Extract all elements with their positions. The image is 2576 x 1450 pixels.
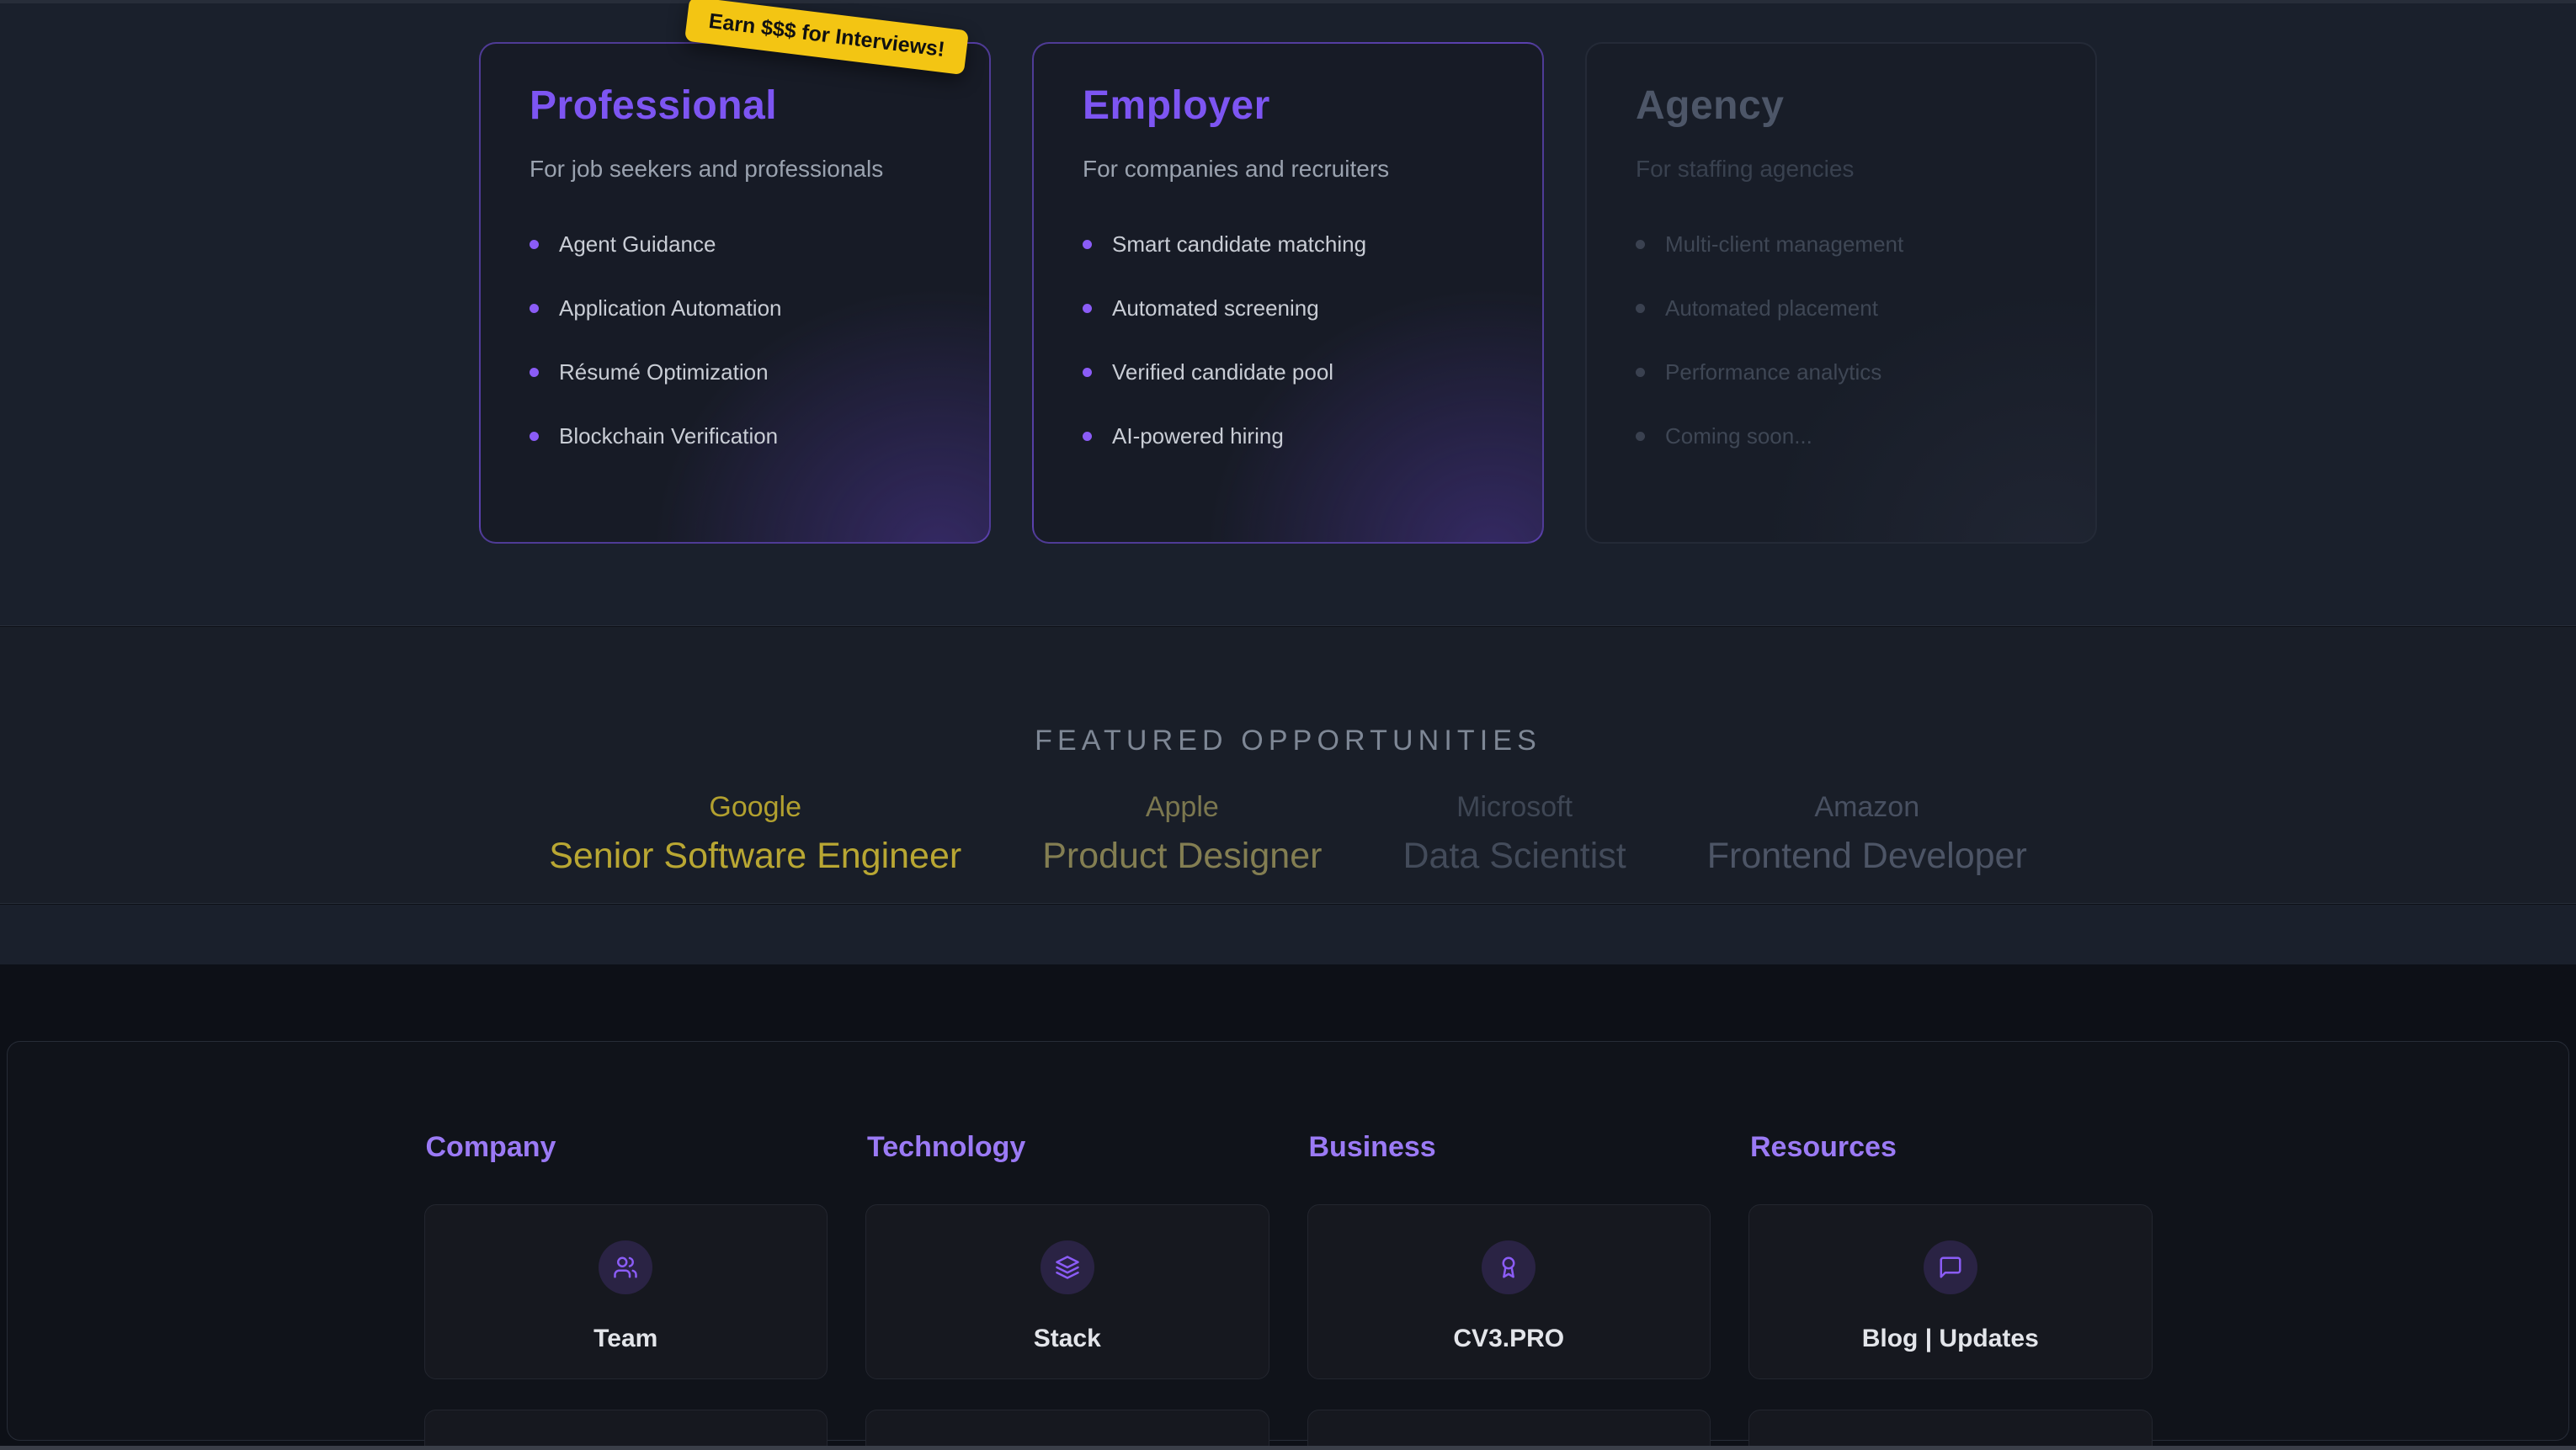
footer-column-heading: Company <box>426 1131 828 1164</box>
plan-features: Multi-client management Automated placem… <box>1636 231 2046 449</box>
bullet-dot-icon <box>530 240 539 249</box>
plan-feature: AI-powered hiring <box>1083 423 1493 449</box>
plan-feature-label: Verified candidate pool <box>1112 359 1333 385</box>
plan-feature-label: Smart candidate matching <box>1112 231 1366 258</box>
bullet-dot-icon <box>1636 240 1645 249</box>
featured-title: FEATURED OPPORTUNITIES <box>0 627 2576 757</box>
footer-card-label: CV3.PRO <box>1453 1325 1564 1353</box>
plan-feature-label: Performance analytics <box>1665 359 1881 385</box>
footer-card-cutoff[interactable] <box>424 1410 828 1450</box>
section-spacer <box>0 905 2576 964</box>
footer-card-cv3pro[interactable]: CV3.PRO <box>1307 1204 1711 1379</box>
bullet-dot-icon <box>530 432 539 441</box>
plan-feature-label: Résumé Optimization <box>559 359 769 385</box>
footer-card-cutoff[interactable] <box>865 1410 1269 1450</box>
footer-column-heading: Business <box>1309 1131 1711 1164</box>
footer-card-team[interactable]: Team <box>424 1204 828 1379</box>
bullet-dot-icon <box>1636 432 1645 441</box>
plan-feature: Agent Guidance <box>530 231 940 258</box>
footer-card-cutoff[interactable] <box>1307 1410 1711 1450</box>
footer-column-business: Business CV3.PRO <box>1307 1131 1711 1450</box>
job-role: Senior Software Engineer <box>549 836 961 877</box>
plan-feature: Performance analytics <box>1636 359 2046 385</box>
plan-feature: Résumé Optimization <box>530 359 940 385</box>
bullet-dot-icon <box>1636 304 1645 313</box>
promo-badge: Earn $$$ for Interviews! <box>684 0 969 75</box>
plan-features: Agent Guidance Application Automation Ré… <box>530 231 940 449</box>
plan-title: Agency <box>1636 82 2046 129</box>
plan-cards-row: Earn $$$ for Interviews! Professional Fo… <box>0 3 2576 544</box>
plan-feature-label: Application Automation <box>559 295 782 321</box>
footer-section: Company Team Technology <box>0 964 2576 1450</box>
footer-column-technology: Technology Stack <box>865 1131 1269 1450</box>
plan-subtitle: For job seekers and professionals <box>530 156 940 183</box>
featured-opportunities-section: FEATURED OPPORTUNITIES Google Senior Sof… <box>0 627 2576 904</box>
bullet-dot-icon <box>1083 368 1092 377</box>
plan-subtitle: For companies and recruiters <box>1083 156 1493 183</box>
plan-card-professional[interactable]: Earn $$$ for Interviews! Professional Fo… <box>479 42 991 544</box>
featured-job-amazon[interactable]: Amazon Frontend Developer <box>1707 791 2027 877</box>
plan-feature-label: Agent Guidance <box>559 231 716 258</box>
plan-feature: Automated placement <box>1636 295 2046 321</box>
job-company: Amazon <box>1707 791 2027 824</box>
footer-column-heading: Technology <box>867 1131 1269 1164</box>
bullet-dot-icon <box>1636 368 1645 377</box>
footer-card-stack[interactable]: Stack <box>865 1204 1269 1379</box>
plan-feature-label: Coming soon... <box>1665 423 1812 449</box>
footer-column-company: Company Team <box>424 1131 828 1450</box>
bullet-dot-icon <box>1083 240 1092 249</box>
plan-feature-label: Blockchain Verification <box>559 423 778 449</box>
job-role: Data Scientist <box>1402 836 1626 877</box>
footer-grid: Company Team Technology <box>424 1042 2153 1450</box>
plan-card-agency: Agency For staffing agencies Multi-clien… <box>1585 42 2097 544</box>
horizontal-scrollbar[interactable] <box>0 1446 2576 1450</box>
plan-feature: Multi-client management <box>1636 231 2046 258</box>
users-icon <box>599 1240 652 1294</box>
job-role: Frontend Developer <box>1707 836 2027 877</box>
bullet-dot-icon <box>1083 432 1092 441</box>
plan-subtitle: For staffing agencies <box>1636 156 2046 183</box>
plan-feature: Automated screening <box>1083 295 1493 321</box>
featured-jobs-row: Google Senior Software Engineer Apple Pr… <box>0 791 2576 877</box>
layers-icon <box>1041 1240 1094 1294</box>
pricing-section: Earn $$$ for Interviews! Professional Fo… <box>0 3 2576 626</box>
plan-feature: Smart candidate matching <box>1083 231 1493 258</box>
footer-card-label: Blog | Updates <box>1862 1325 2039 1353</box>
plan-feature: Application Automation <box>530 295 940 321</box>
job-company: Apple <box>1042 791 1322 824</box>
plan-feature: Blockchain Verification <box>530 423 940 449</box>
job-company: Microsoft <box>1402 791 1626 824</box>
featured-job-apple[interactable]: Apple Product Designer <box>1042 791 1322 877</box>
chat-icon <box>1924 1240 1977 1294</box>
featured-job-google[interactable]: Google Senior Software Engineer <box>549 791 961 877</box>
plan-feature-label: Multi-client management <box>1665 231 1903 258</box>
bullet-dot-icon <box>530 304 539 313</box>
plan-title: Employer <box>1083 82 1493 129</box>
footer-column-resources: Resources Blog | Updates <box>1748 1131 2153 1450</box>
job-role: Product Designer <box>1042 836 1322 877</box>
plan-feature: Coming soon... <box>1636 423 2046 449</box>
plan-feature-label: Automated screening <box>1112 295 1319 321</box>
bullet-dot-icon <box>530 368 539 377</box>
bullet-dot-icon <box>1083 304 1092 313</box>
footer-card-label: Team <box>593 1325 657 1353</box>
footer-column-heading: Resources <box>1750 1131 2153 1164</box>
footer-container: Company Team Technology <box>7 1041 2569 1441</box>
footer-card-blog[interactable]: Blog | Updates <box>1748 1204 2153 1379</box>
plan-feature-label: AI-powered hiring <box>1112 423 1284 449</box>
plan-feature-label: Automated placement <box>1665 295 1878 321</box>
plan-features: Smart candidate matching Automated scree… <box>1083 231 1493 449</box>
plan-feature: Verified candidate pool <box>1083 359 1493 385</box>
plan-card-employer[interactable]: Employer For companies and recruiters Sm… <box>1032 42 1544 544</box>
featured-job-microsoft[interactable]: Microsoft Data Scientist <box>1402 791 1626 877</box>
page: Earn $$$ for Interviews! Professional Fo… <box>0 0 2576 1450</box>
job-company: Google <box>549 791 961 824</box>
footer-card-label: Stack <box>1034 1325 1101 1353</box>
award-icon <box>1482 1240 1535 1294</box>
plan-title: Professional <box>530 82 940 129</box>
footer-card-cutoff[interactable] <box>1748 1410 2153 1450</box>
